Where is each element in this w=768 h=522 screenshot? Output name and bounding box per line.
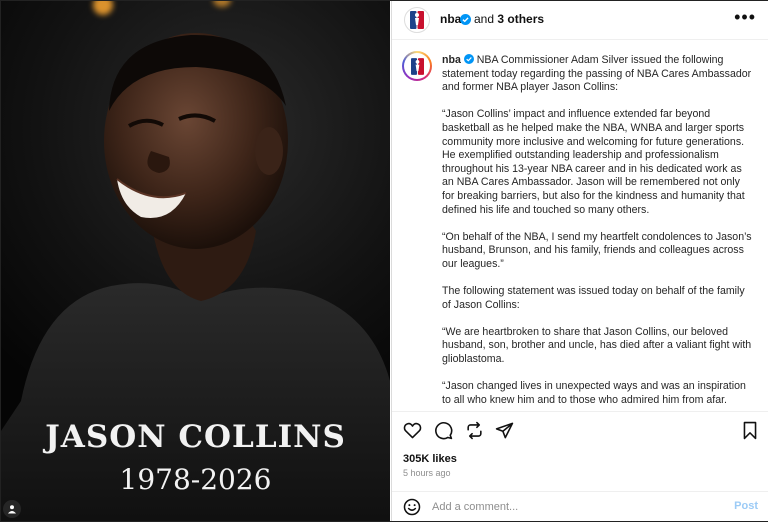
avatar[interactable] — [402, 51, 432, 81]
share-icon[interactable] — [494, 420, 514, 440]
bookmark-icon[interactable] — [740, 420, 760, 440]
nba-logo-icon — [410, 57, 424, 75]
comment-input[interactable] — [432, 499, 692, 515]
caption-paragraph: nba NBA Commissioner Adam Silver issued … — [442, 54, 754, 95]
action-bar — [392, 411, 768, 448]
post-timestamp[interactable]: 5 hours ago — [403, 468, 451, 478]
emoji-icon[interactable] — [403, 498, 421, 521]
others-count[interactable]: 3 others — [497, 12, 544, 26]
person-icon[interactable] — [3, 500, 21, 518]
others-prefix: and — [474, 12, 498, 26]
post-button[interactable]: Post — [734, 500, 758, 512]
repost-icon[interactable] — [464, 420, 484, 440]
heart-icon[interactable] — [402, 420, 422, 440]
collaborators-text[interactable]: and 3 others — [474, 12, 544, 26]
comment-bar: Post — [392, 491, 768, 522]
caption-paragraph: The following statement was issued today… — [442, 285, 745, 311]
caption-area: nba NBA Commissioner Adam Silver issued … — [392, 41, 768, 411]
caption-paragraph: “Jason Collins’ impact and influence ext… — [442, 108, 745, 216]
player-name-text: JASON COLLINS — [45, 419, 346, 455]
more-options-icon[interactable]: ••• — [734, 7, 756, 28]
header-username[interactable]: nba — [440, 12, 461, 26]
caption-username[interactable]: nba — [442, 54, 461, 66]
caption-paragraph: “Jason changed lives in unexpected ways … — [442, 380, 746, 406]
years-text: 1978-2026 — [119, 463, 272, 496]
caption-paragraph-text: NBA Commissioner Adam Silver issued the … — [442, 54, 752, 94]
likes-count[interactable]: 305K likes — [403, 453, 457, 465]
post-panel: nba and 3 others ••• nba NBA Commissione… — [391, 1, 768, 521]
caption-paragraph: “We are heartbroken to share that Jason … — [442, 325, 752, 366]
verified-badge-icon — [460, 12, 471, 30]
comment-icon[interactable] — [433, 420, 453, 440]
post-header: nba and 3 others ••• — [392, 1, 768, 40]
verified-badge-icon — [463, 54, 474, 64]
caption-text: nba NBA Commissioner Adam Silver issued … — [442, 54, 754, 411]
post-image[interactable]: JASON COLLINS 1978-2026 — [1, 1, 390, 521]
nba-logo-icon — [410, 11, 424, 29]
caption-paragraph: “On behalf of the NBA, I send my heartfe… — [442, 230, 752, 270]
avatar[interactable] — [404, 7, 430, 33]
